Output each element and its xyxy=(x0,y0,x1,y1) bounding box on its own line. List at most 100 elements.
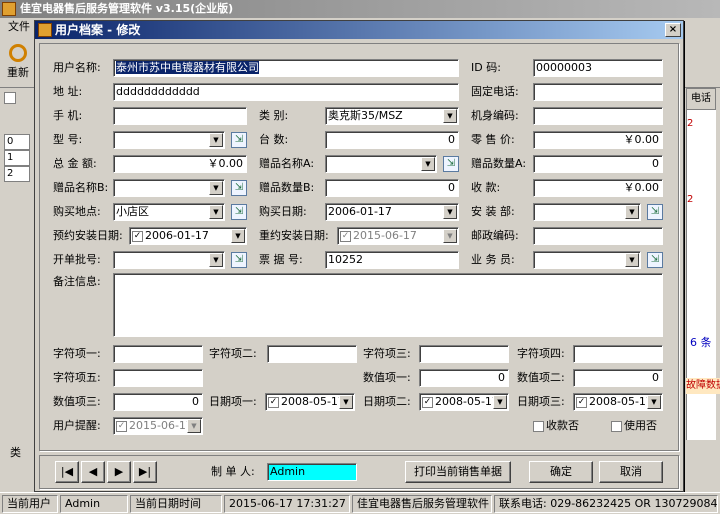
str5-input[interactable] xyxy=(113,369,203,387)
chevron-down-icon[interactable]: ▼ xyxy=(339,395,353,409)
chevron-down-icon[interactable]: ▼ xyxy=(443,205,457,219)
num1-input[interactable]: 0 xyxy=(419,369,509,387)
date1-picker[interactable]: ✓ 2008-05-17 ▼ xyxy=(265,393,355,411)
chevron-down-icon[interactable]: ▼ xyxy=(209,253,223,267)
gift-name-b-select[interactable]: ▼ xyxy=(113,179,225,197)
checkbox[interactable]: ✓ xyxy=(132,230,143,242)
chevron-down-icon[interactable]: ▼ xyxy=(209,205,223,219)
reinstall-picker[interactable]: ✓ 2015-06-17 ▼ xyxy=(337,227,459,245)
maker-input[interactable]: Admin xyxy=(267,463,357,481)
salesman-label: 业 务 员: xyxy=(471,253,515,266)
cancel-button[interactable]: 取消 xyxy=(599,461,663,483)
received-input[interactable]: ￥0.00 xyxy=(533,179,663,197)
lookup-icon[interactable]: ⇲ xyxy=(647,252,663,268)
str3-input[interactable] xyxy=(419,345,509,363)
grid-row[interactable]: 1 xyxy=(4,150,30,166)
refresh-button[interactable]: 重新 xyxy=(2,42,34,82)
status-bar: 当前用户 Admin 当前日期时间 2015-06-17 17:31:27 佳宜… xyxy=(0,492,720,514)
purchase-place-label: 购买地点: xyxy=(53,205,101,218)
chevron-down-icon[interactable]: ▼ xyxy=(209,181,223,195)
chevron-down-icon[interactable]: ▼ xyxy=(647,395,661,409)
in-use-checkbox[interactable]: 使用否 xyxy=(611,417,657,435)
purchase-place-select[interactable]: 小店区 ▼ xyxy=(113,203,225,221)
checkbox[interactable]: ✓ xyxy=(576,396,587,408)
purchase-date-picker[interactable]: 2006-01-17 ▼ xyxy=(325,203,459,221)
gift-name-a-select[interactable]: ▼ xyxy=(325,155,437,173)
main-window-title: 佳宜电器售后服务管理软件 v3.15(企业版) xyxy=(0,0,720,18)
lookup-icon[interactable]: ⇲ xyxy=(647,204,663,220)
refresh-icon xyxy=(9,44,27,62)
str5-label: 字符项五: xyxy=(53,371,101,384)
ok-button[interactable]: 确定 xyxy=(529,461,593,483)
record-count: 6 条 xyxy=(690,336,712,349)
salesman-select[interactable]: ▼ xyxy=(533,251,641,269)
dialog-app-icon xyxy=(38,23,52,37)
postcode-input[interactable] xyxy=(533,227,663,245)
checkbox[interactable]: ✓ xyxy=(268,396,279,408)
chevron-down-icon[interactable]: ▼ xyxy=(625,253,639,267)
unpaid-checkbox[interactable]: 收款否 xyxy=(533,417,579,435)
address-input[interactable]: dddddddddddd xyxy=(113,83,459,101)
print-receipt-button[interactable]: 打印当前销售单据 xyxy=(405,461,511,483)
checkbox[interactable] xyxy=(4,92,16,104)
str1-input[interactable] xyxy=(113,345,203,363)
dialog-title-bar: 用户档案 - 修改 xyxy=(35,21,683,39)
notes-label: 备注信息: xyxy=(53,275,101,288)
mobile-input[interactable] xyxy=(113,107,247,125)
menu-file[interactable]: 文件 xyxy=(8,20,30,33)
batch-no-label: 开单批号: xyxy=(53,253,101,266)
chevron-down-icon[interactable]: ▼ xyxy=(493,395,507,409)
category-select[interactable]: 奥克斯35/MSZ ▼ xyxy=(325,107,459,125)
num2-input[interactable]: 0 xyxy=(573,369,663,387)
date3-picker[interactable]: ✓ 2008-05-17 ▼ xyxy=(573,393,663,411)
chevron-down-icon[interactable]: ▼ xyxy=(231,229,245,243)
landline-input[interactable] xyxy=(533,83,663,101)
lookup-icon[interactable]: ⇲ xyxy=(231,180,247,196)
num3-input[interactable]: 0 xyxy=(113,393,203,411)
id-input[interactable]: 00000003 xyxy=(533,59,663,77)
next-record-button[interactable]: ▶ xyxy=(107,461,131,483)
chevron-down-icon[interactable]: ▼ xyxy=(209,133,223,147)
gift-qty-a-input[interactable]: 0 xyxy=(533,155,663,173)
chevron-down-icon[interactable]: ▼ xyxy=(187,419,201,433)
grid-row[interactable]: 2 xyxy=(4,166,30,182)
first-record-button[interactable]: |◀ xyxy=(55,461,79,483)
gift-qty-b-input[interactable]: 0 xyxy=(325,179,459,197)
fault-tab[interactable]: 故障数据 xyxy=(686,378,720,394)
batch-no-select[interactable]: ▼ xyxy=(113,251,225,269)
user-name-input[interactable]: 泰州市苏中电镀器材有限公司 xyxy=(113,59,459,77)
checkbox[interactable] xyxy=(611,420,622,432)
str2-input[interactable] xyxy=(267,345,357,363)
model-label: 型 号: xyxy=(53,133,83,146)
prev-record-button[interactable]: ◀ xyxy=(81,461,105,483)
serial-input[interactable] xyxy=(533,107,663,125)
chevron-down-icon[interactable]: ▼ xyxy=(443,109,457,123)
ticket-no-input[interactable]: 10252 xyxy=(325,251,459,269)
model-select[interactable]: ▼ xyxy=(113,131,225,149)
reinstall-label: 重约安装日期: xyxy=(259,229,329,242)
checkbox[interactable]: ✓ xyxy=(422,396,433,408)
str4-input[interactable] xyxy=(573,345,663,363)
date2-picker[interactable]: ✓ 2008-05-17 ▼ xyxy=(419,393,509,411)
planned-install-picker[interactable]: ✓ 2006-01-17 ▼ xyxy=(129,227,247,245)
total-amount-input[interactable]: ￥0.00 xyxy=(113,155,247,173)
reminder-picker[interactable]: ✓ 2015-06-17 ▼ xyxy=(113,417,203,435)
chevron-down-icon[interactable]: ▼ xyxy=(625,205,639,219)
lookup-icon[interactable]: ⇲ xyxy=(231,252,247,268)
retail-price-input[interactable]: ￥0.00 xyxy=(533,131,663,149)
checkbox[interactable] xyxy=(533,420,544,432)
chevron-down-icon[interactable]: ▼ xyxy=(443,229,457,243)
lookup-icon[interactable]: ⇲ xyxy=(231,204,247,220)
notes-textarea[interactable] xyxy=(113,273,663,337)
lookup-icon[interactable]: ⇲ xyxy=(231,132,247,148)
chevron-down-icon[interactable]: ▼ xyxy=(421,157,435,171)
grid-row[interactable]: 0 xyxy=(4,134,30,150)
install-dept-select[interactable]: ▼ xyxy=(533,203,641,221)
units-input[interactable]: 0 xyxy=(325,131,459,149)
checkbox[interactable]: ✓ xyxy=(116,420,127,432)
lookup-icon[interactable]: ⇲ xyxy=(443,156,459,172)
close-button[interactable]: × xyxy=(665,23,681,37)
last-record-button[interactable]: ▶| xyxy=(133,461,157,483)
checkbox[interactable]: ✓ xyxy=(340,230,351,242)
category-label: 类 xyxy=(10,446,21,459)
